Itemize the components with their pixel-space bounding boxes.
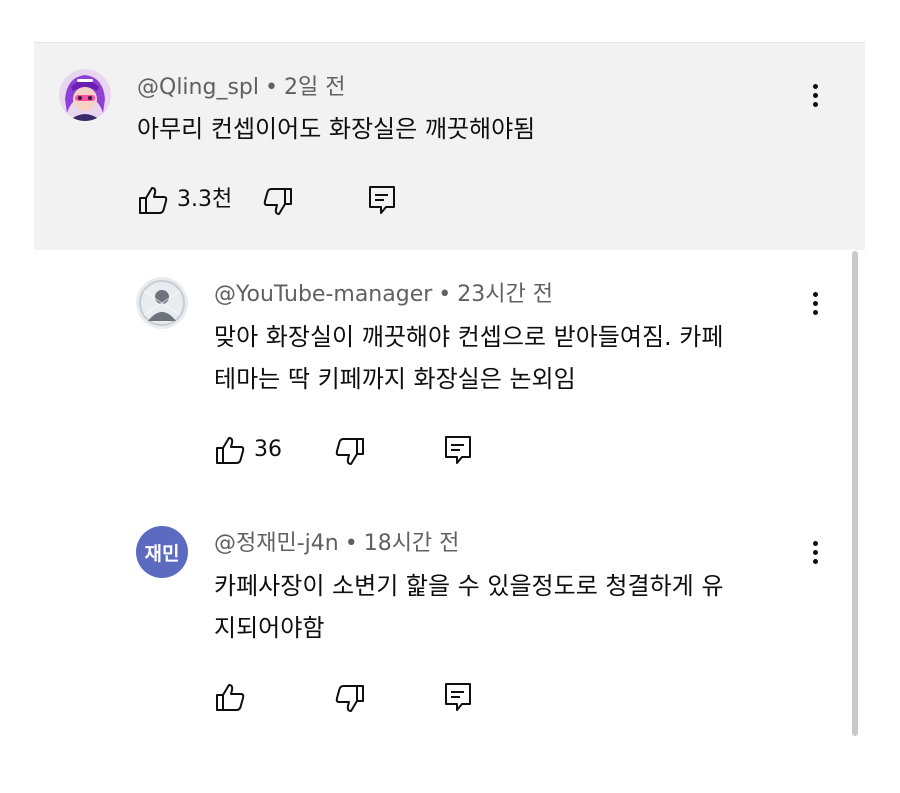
scrollbar[interactable] bbox=[852, 251, 858, 736]
dislike-button[interactable] bbox=[262, 186, 294, 218]
meta-separator: • bbox=[438, 282, 452, 307]
avatar-jaemin[interactable]: 재민 bbox=[136, 526, 188, 578]
like-count: 3.3천 bbox=[177, 187, 233, 212]
reply-button[interactable] bbox=[442, 434, 474, 466]
more-vertical-icon[interactable] bbox=[805, 288, 825, 318]
thumb-up-icon bbox=[216, 684, 245, 711]
thumb-up-icon bbox=[216, 437, 245, 464]
like-button[interactable] bbox=[214, 681, 246, 713]
like-button[interactable]: 3.3천 bbox=[137, 184, 232, 216]
reply-time[interactable]: 23시간 전 bbox=[457, 282, 553, 307]
reply-text-line: 카페사장이 소변기 핥을 수 있을정도로 청결하게 유 bbox=[214, 572, 724, 600]
dislike-button[interactable] bbox=[334, 683, 366, 715]
dislike-button[interactable] bbox=[334, 436, 366, 468]
thumb-down-icon bbox=[263, 188, 292, 215]
comment-time[interactable]: 2일 전 bbox=[284, 75, 345, 100]
reply-text-line: 지되어야함 bbox=[214, 614, 325, 642]
thumb-up-icon bbox=[139, 187, 168, 214]
comment-text-line: 아무리 컨셉이어도 화장실은 깨끗해야됨 bbox=[137, 115, 536, 143]
reply-meta: @YouTube-manager • 23시간 전 bbox=[214, 281, 553, 309]
like-count: 36 bbox=[254, 437, 282, 462]
comment-text: 아무리 컨셉이어도 화장실은 깨끗해야됨 bbox=[137, 108, 535, 150]
avatar-initials: 재민 bbox=[144, 542, 180, 565]
reply-comment-icon bbox=[445, 436, 471, 464]
reply-button[interactable] bbox=[442, 681, 474, 713]
more-vertical-icon[interactable] bbox=[805, 80, 825, 110]
reply-author[interactable]: @YouTube-manager bbox=[214, 282, 432, 307]
anime-girl-avatar-icon bbox=[59, 69, 111, 121]
thumb-down-icon bbox=[335, 685, 364, 712]
reply-text: 카페사장이 소변기 핥을 수 있을정도로 청결하게 유 지되어야함 bbox=[214, 565, 723, 649]
reply-comment-icon bbox=[369, 186, 395, 214]
reply-meta: @정재민-j4n • 18시간 전 bbox=[214, 530, 459, 558]
comment-author[interactable]: @Qling_spl bbox=[137, 75, 259, 100]
meta-separator: • bbox=[265, 75, 278, 100]
avatar-youtube-manager[interactable] bbox=[136, 277, 188, 329]
reply-text-line: 맞아 화장실이 깨끗해야 컨셉으로 받아들여짐. 카페 bbox=[214, 323, 724, 351]
comment-meta: @Qling_spl • 2일 전 bbox=[137, 74, 345, 102]
reply-text: 맞아 화장실이 깨끗해야 컨셉으로 받아들여짐. 카페 테마는 딱 키페까지 화… bbox=[214, 316, 723, 400]
default-user-avatar-icon bbox=[136, 277, 188, 329]
reply-time[interactable]: 18시간 전 bbox=[364, 531, 460, 556]
thumb-down-icon bbox=[335, 438, 364, 465]
reply-comment-icon bbox=[445, 683, 471, 711]
meta-separator: • bbox=[344, 531, 358, 556]
like-button[interactable]: 36 bbox=[214, 434, 282, 466]
reply-author[interactable]: @정재민-j4n bbox=[214, 531, 339, 556]
comment-thread: @Qling_spl • 2일 전 아무리 컨셉이어도 화장실은 깨끗해야됨 3.3… bbox=[0, 0, 900, 793]
more-vertical-icon[interactable] bbox=[805, 537, 825, 567]
reply-button[interactable] bbox=[366, 184, 398, 216]
avatar-qling[interactable] bbox=[59, 69, 111, 121]
reply-text-line: 테마는 딱 키페까지 화장실은 논외임 bbox=[214, 365, 576, 393]
